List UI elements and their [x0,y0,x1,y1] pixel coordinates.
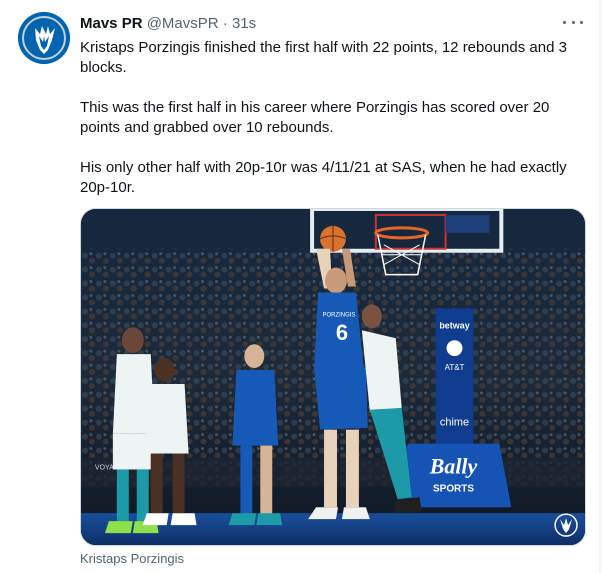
author-name[interactable]: Mavs PR [80,15,143,32]
tweet-paragraph: His only other half with 20p-10r was 4/1… [80,159,567,196]
avatar[interactable] [18,12,70,64]
chime-ad: chime [440,417,469,429]
basketball-photo: betway AT&T chime Bally SPORTS VOYAGER 6… [81,209,585,545]
tweet-card[interactable]: Mavs PR @MavsPR · 31s Kristaps Porzingis… [0,0,600,573]
sports-ad: SPORTS [433,483,474,494]
more-options-icon-dot [580,20,583,24]
att-ad: AT&T [445,363,465,372]
tweet-header: Mavs PR @MavsPR · 31s [80,14,579,34]
more-options-button[interactable] [563,14,583,30]
more-options-icon [563,20,566,24]
more-options-icon-dot [571,20,575,24]
mavericks-logo-icon [18,12,70,64]
timestamp[interactable]: 31s [232,15,256,32]
bally-ad: Bally [429,453,478,478]
media-caption: Kristaps Porzingis [80,551,185,566]
jersey-number: 6 [336,320,348,345]
tweet-paragraph: This was the first half in his career wh… [80,99,550,136]
betway-ad: betway [439,320,469,330]
author-handle[interactable]: @MavsPR [147,15,219,32]
tweet-paragraph: Kristaps Porzingis finished the first ha… [80,39,567,76]
separator-dot: · [222,15,228,32]
tweet-photo[interactable]: betway AT&T chime Bally SPORTS VOYAGER 6… [80,208,586,546]
jersey-name: PORZINGIS [323,312,356,318]
tweet-text: Kristaps Porzingis finished the first ha… [80,38,586,218]
